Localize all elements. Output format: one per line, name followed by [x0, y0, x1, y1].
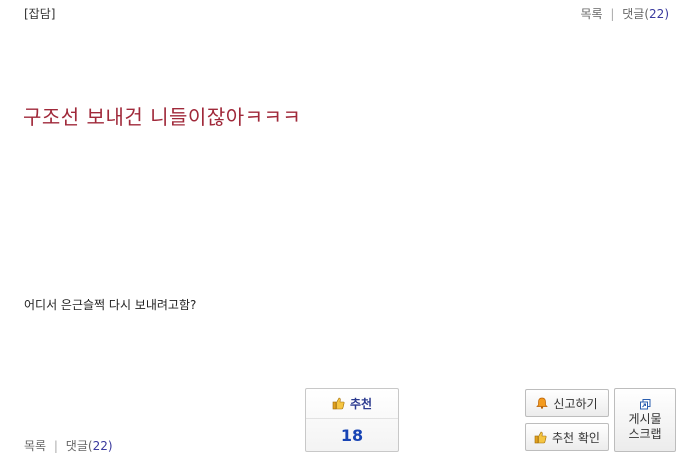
scrap-label-line2: 스크랩: [628, 426, 662, 441]
recommend-header: 추천: [306, 389, 398, 419]
recommend-count: 18: [340, 426, 364, 445]
link-separator: |: [610, 7, 615, 21]
confirm-recommend-button[interactable]: 추천 확인: [525, 423, 609, 451]
comments-link[interactable]: 댓글(22): [622, 7, 669, 21]
comments-label: 댓글(: [622, 7, 650, 21]
recommend-label: 추천: [349, 397, 373, 411]
post-title: 구조선 보내건 니들이잖아ㅋㅋㅋ: [23, 105, 302, 129]
list-link-bottom[interactable]: 목록: [24, 439, 46, 453]
bottom-links: 목록 | 댓글(22): [24, 437, 113, 454]
scrap-button[interactable]: 게시물 스크랩: [614, 388, 676, 452]
link-separator-bottom: |: [53, 439, 58, 453]
list-link[interactable]: 목록: [580, 7, 602, 21]
comments-link-bottom[interactable]: 댓글(22): [66, 439, 113, 453]
scrap-label-line1: 게시물: [628, 411, 662, 426]
comments-close: ): [664, 7, 669, 21]
comments-count: 22: [649, 7, 665, 21]
comments-count-bottom: 22: [92, 439, 108, 453]
post-body: 어디서 은근슬쩍 다시 보내려고함?: [24, 298, 197, 312]
thumbs-up-icon: [534, 431, 547, 443]
comments-label-bottom: 댓글(: [65, 439, 93, 453]
report-label: 신고하기: [553, 396, 598, 411]
scrap-icon: [639, 398, 650, 409]
confirm-recommend-label: 추천 확인: [552, 430, 600, 445]
top-links: 목록 | 댓글(22): [580, 5, 669, 22]
thumbs-up-icon: [332, 397, 345, 410]
post-category: [잡담]: [24, 7, 56, 21]
report-button[interactable]: 신고하기: [525, 389, 609, 417]
bell-icon: [536, 397, 549, 409]
comments-close-bottom: ): [107, 439, 113, 453]
recommend-button[interactable]: 추천 18: [305, 388, 399, 452]
